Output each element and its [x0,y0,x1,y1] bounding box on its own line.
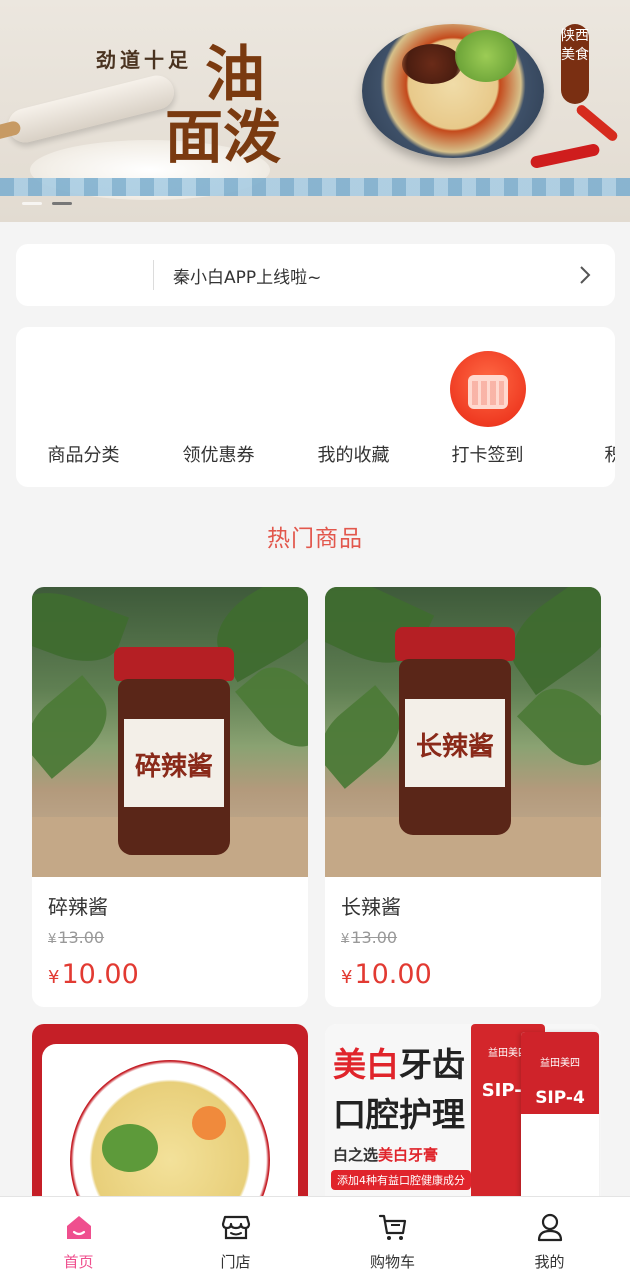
tab-label: 我的 [534,1253,565,1271]
ad-tag: 添加4种有益口腔健康成分 [331,1170,471,1190]
brand-text: 益田美四 [540,1058,580,1069]
menu-item-category[interactable]: 商品分类 [16,327,151,487]
quick-menu: 商品分类 领优惠券 我的收藏 打卡签到 积分 [16,327,615,487]
jar-label: 长辣酱 [405,699,505,787]
notice-divider [153,260,154,290]
tab-label: 门店 [220,1253,251,1271]
notice-text: 秦小白APP上线啦~ [173,268,322,288]
banner-title-line2: 面泼 [165,103,282,171]
menu-item-label: 我的收藏 [317,445,390,466]
banner-stamp: 陕西美食 [561,24,589,104]
sale-price: ¥10.00 [48,959,139,990]
chili-image [529,142,601,170]
product-name: 长辣酱 [341,895,401,919]
original-price: ¥13.00 [341,928,398,947]
banner-dot-active[interactable] [52,202,72,205]
cart-icon [378,1214,406,1240]
tab-label: 购物车 [369,1253,415,1271]
tab-cart[interactable]: 购物车 [314,1197,471,1281]
chili-image [574,103,620,143]
points-icon [585,351,616,427]
menu-item-label: 积分 [604,445,616,466]
meat-topping-image [402,44,462,84]
product-name: 碎辣酱 [48,895,108,919]
menu-item-favorites[interactable]: 我的收藏 [286,327,421,487]
notice-bar[interactable]: 秦小白APP上线啦~ [16,244,615,306]
ad-headline-2: 口腔护理 [333,1095,465,1134]
rolling-pin-image [0,71,178,147]
product-card[interactable]: 益田美四 SIP-4 益田美四 SIP-4 美白牙齿 口腔护理 白之选美白牙膏 … [325,1024,601,1224]
original-price: ¥13.00 [48,928,105,947]
sale-price: ¥10.00 [341,959,432,990]
home-icon [66,1216,91,1239]
menu-item-label: 打卡签到 [451,445,524,466]
menu-item-label: 商品分类 [47,445,120,466]
favorite-icon [316,351,392,427]
product-image[interactable] [32,1024,308,1224]
ad-subline: 白之选美白牙膏 [333,1146,439,1164]
category-icon [46,351,122,427]
store-icon [221,1215,250,1240]
product-card[interactable] [32,1024,308,1224]
tab-home[interactable]: 首页 [0,1197,157,1281]
banner-slogan: 劲道十足 [96,48,192,72]
product-card[interactable]: 长辣酱 长辣酱 ¥13.00 ¥10.00 [325,587,601,1007]
menu-item-label: 领优惠券 [182,445,255,466]
chevron-right-icon [580,266,591,284]
tab-label: 首页 [63,1253,94,1271]
promo-banner[interactable]: 劲道十足 油 面泼 陕西美食 [0,0,630,222]
noodle-bowl-image [362,24,544,158]
product-image[interactable]: 碎辣酱 [32,587,308,877]
menu-item-coupon[interactable]: 领优惠券 [151,327,286,487]
checkin-calendar-icon [449,351,526,427]
jar-label: 碎辣酱 [124,719,224,807]
banner-indicator [22,202,72,205]
menu-item-points[interactable]: 积分 [555,327,616,487]
user-icon [537,1213,562,1242]
product-text: SIP-4 [535,1088,585,1108]
bottom-tab-bar: 首页 门店 购物车 我的 [0,1196,630,1281]
product-image[interactable]: 益田美四 SIP-4 益田美四 SIP-4 美白牙齿 口腔护理 白之选美白牙膏 … [325,1024,601,1224]
product-image[interactable]: 长辣酱 [325,587,601,877]
product-card[interactable]: 碎辣酱 碎辣酱 ¥13.00 ¥10.00 [32,587,308,1007]
ad-headline: 美白牙齿 [333,1045,465,1084]
banner-dot[interactable] [22,202,42,205]
menu-item-checkin[interactable]: 打卡签到 [420,327,555,487]
tab-mine[interactable]: 我的 [471,1197,628,1281]
wave-decoration [0,178,630,196]
section-title: 热门商品 [267,526,363,552]
tab-store[interactable]: 门店 [157,1197,314,1281]
coupon-icon [181,351,257,427]
scallion-topping-image [455,30,517,82]
